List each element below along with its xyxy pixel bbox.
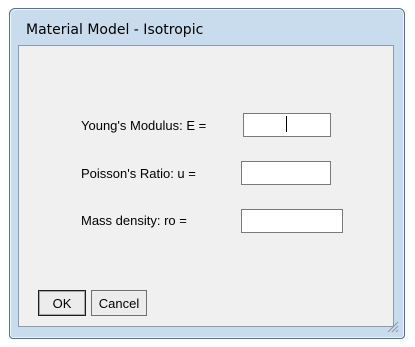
text-cursor (286, 116, 287, 132)
title-bar[interactable]: Material Model - Isotropic (10, 9, 404, 47)
ok-button[interactable]: OK (38, 290, 86, 316)
poissons-ratio-input[interactable] (241, 161, 331, 185)
dialog-title: Material Model - Isotropic (26, 22, 204, 38)
youngs-modulus-input[interactable] (243, 113, 331, 137)
youngs-modulus-field-wrapper (243, 113, 331, 137)
youngs-modulus-label: Young's Modulus: E = (81, 118, 207, 133)
material-model-dialog: Material Model - Isotropic Young's Modul… (9, 8, 405, 339)
dialog-content: Young's Modulus: E = Poisson's Ratio: u … (18, 45, 394, 327)
resize-grip-icon[interactable] (387, 321, 399, 333)
poissons-ratio-label: Poisson's Ratio: u = (81, 166, 196, 181)
cancel-button[interactable]: Cancel (91, 290, 147, 316)
mass-density-input[interactable] (241, 209, 343, 233)
mass-density-label: Mass density: ro = (81, 213, 187, 228)
